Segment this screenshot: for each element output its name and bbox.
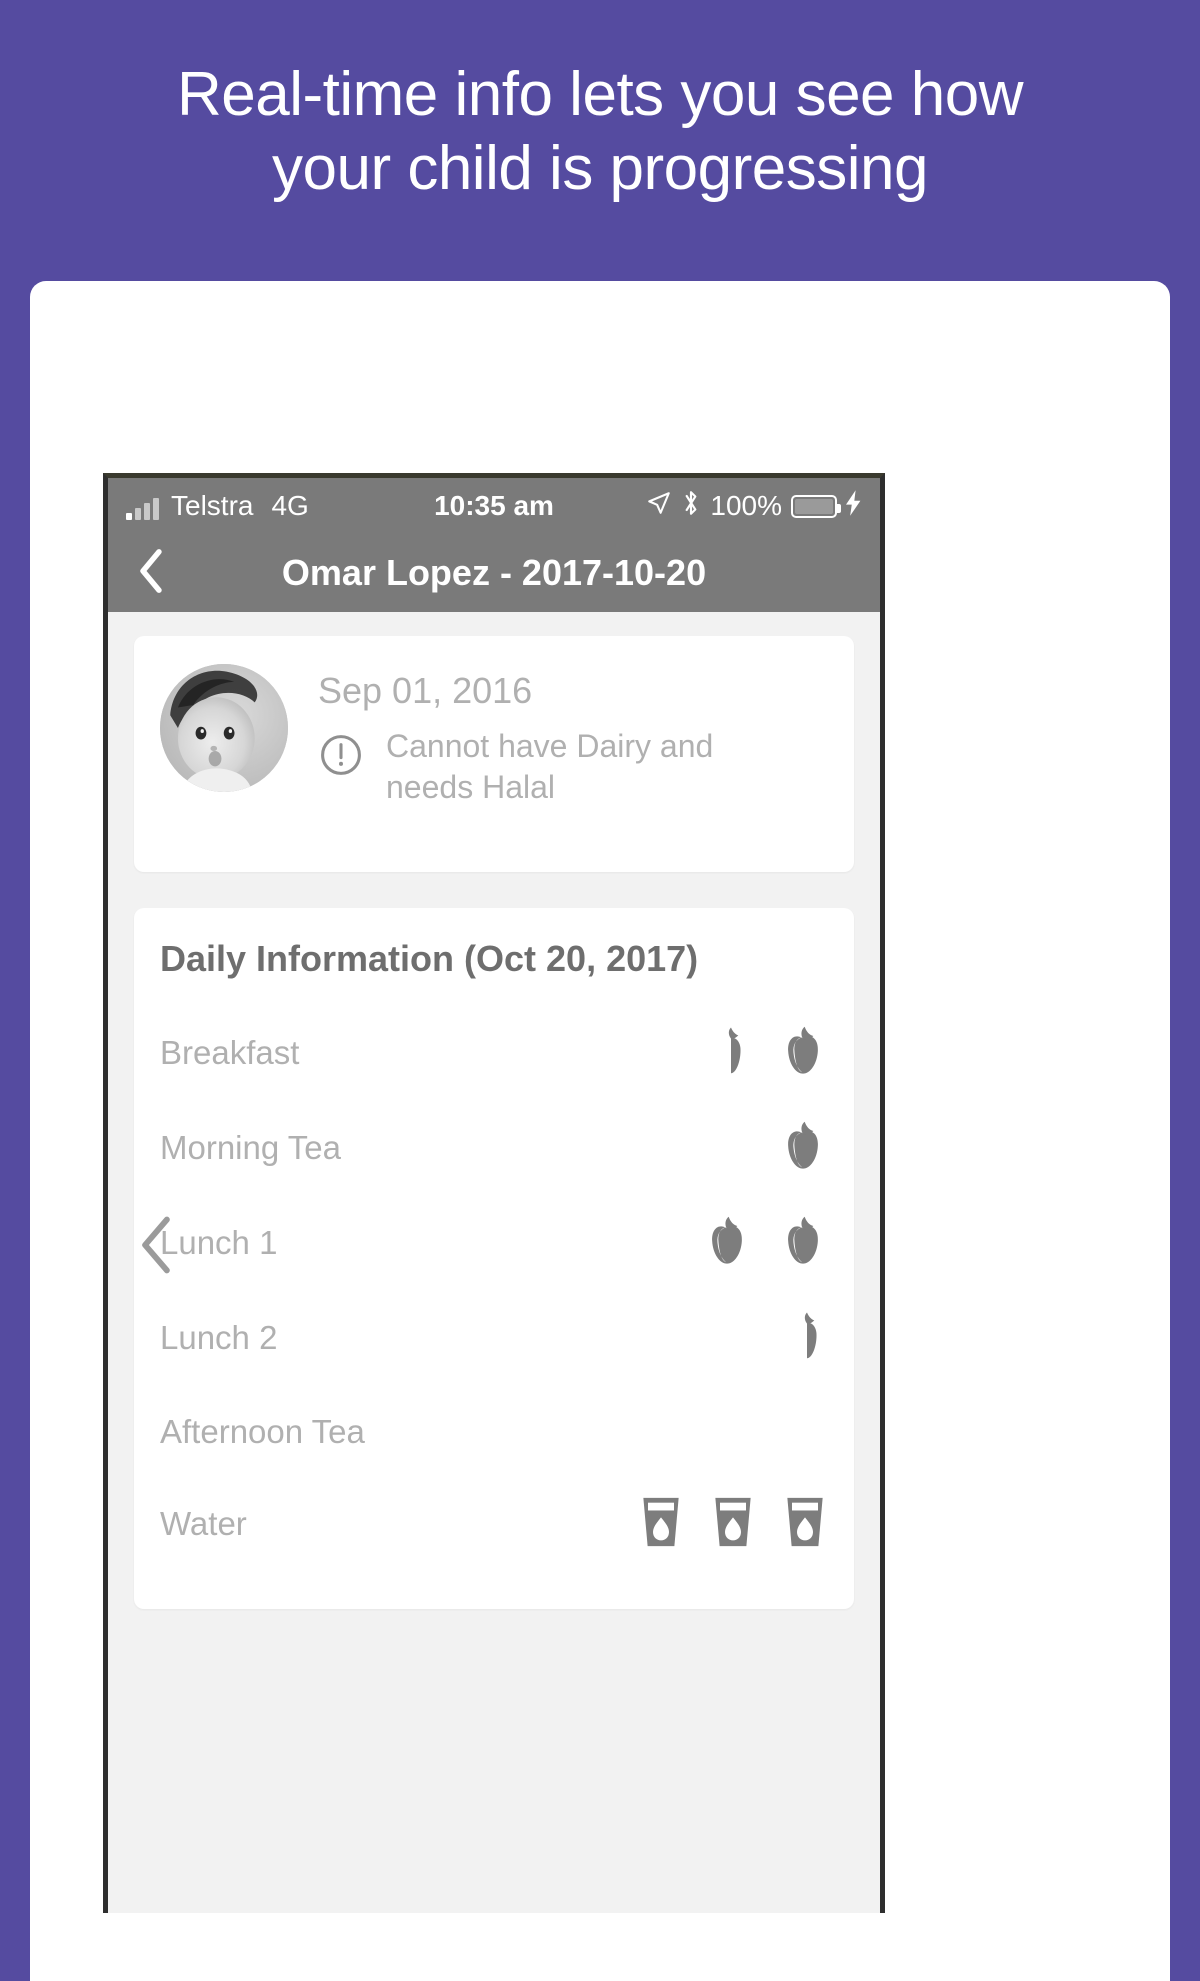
meal-rows-container: Breakfast Morning Tea Lunch 1 Lunch 2 Af… — [160, 1024, 828, 1553]
bluetooth-icon — [681, 489, 701, 524]
daily-information-title: Daily Information (Oct 20, 2017) — [160, 937, 699, 979]
dietary-alert-text: Cannot have Dairy and needs Halal — [386, 728, 714, 805]
half-apple-icon — [786, 1309, 828, 1368]
status-bar-right: 100% — [646, 489, 862, 524]
dietary-alert: Cannot have Dairy and needs Halal — [318, 726, 806, 808]
meal-label: Breakfast — [160, 1034, 300, 1072]
meal-row[interactable]: Morning Tea — [160, 1119, 828, 1178]
screen-content: Sep 01, 2016 Cannot have Dairy and needs… — [108, 612, 880, 1913]
signal-bars-icon — [126, 498, 159, 520]
meal-label: Lunch 1 — [160, 1224, 278, 1262]
status-bar: Telstra 4G 10:35 am 100% — [108, 478, 880, 534]
meal-icons — [778, 1119, 828, 1178]
meal-icons — [702, 1214, 828, 1273]
meal-row[interactable]: Lunch 1 — [160, 1214, 828, 1273]
network-type-label: 4G — [271, 490, 309, 521]
status-bar-left: Telstra 4G — [126, 492, 309, 520]
battery-full-icon — [791, 494, 841, 518]
page-title: Omar Lopez - 2017-10-20 — [281, 552, 707, 593]
phone-screenshot: Telstra 4G 10:35 am 100% Omar Lopez - 20… — [103, 473, 885, 1913]
carrier-label: Telstra — [171, 490, 254, 521]
promo-heading-line-2: your child is progressing — [271, 134, 929, 204]
meal-row[interactable]: Water — [160, 1496, 828, 1553]
meal-icons — [786, 1309, 828, 1368]
meal-row[interactable]: Breakfast — [160, 1024, 828, 1083]
meal-icons — [638, 1496, 828, 1553]
navigation-bar: Omar Lopez - 2017-10-20 — [108, 534, 880, 612]
battery-percentage-label: 100% — [710, 490, 782, 521]
half-apple-icon — [710, 1024, 752, 1083]
location-arrow-icon — [646, 490, 672, 523]
carousel-previous-button[interactable] — [136, 1214, 176, 1281]
meal-label: Afternoon Tea — [160, 1412, 365, 1450]
apple-icon — [778, 1119, 828, 1178]
apple-icon — [778, 1024, 828, 1083]
exclamation-circle-icon — [318, 732, 364, 783]
meal-label: Water — [160, 1505, 247, 1543]
meal-label: Morning Tea — [160, 1129, 342, 1167]
promo-heading-line-1: Real-time info lets you see how — [176, 60, 1024, 129]
daily-information-card: Daily Information (Oct 20, 2017) Breakfa… — [134, 907, 854, 1609]
lightning-bolt-icon — [846, 489, 862, 523]
meal-icons — [710, 1024, 828, 1083]
promo-heading: Real-time info lets you see how your chi… — [60, 0, 1140, 207]
chevron-left-icon — [134, 547, 168, 600]
profile-card[interactable]: Sep 01, 2016 Cannot have Dairy and needs… — [134, 636, 854, 872]
water-cup-icon — [638, 1496, 684, 1553]
apple-icon — [702, 1214, 752, 1273]
meal-row[interactable]: Afternoon Tea — [160, 1404, 828, 1460]
chevron-left-icon — [136, 1216, 176, 1280]
profile-info: Sep 01, 2016 Cannot have Dairy and needs… — [318, 664, 806, 808]
apple-icon — [778, 1214, 828, 1273]
device-showcase-panel: Telstra 4G 10:35 am 100% Omar Lopez - 20… — [30, 281, 1170, 1981]
water-cup-icon — [710, 1496, 756, 1553]
profile-date: Sep 01, 2016 — [318, 670, 533, 711]
meal-label: Lunch 2 — [160, 1319, 278, 1357]
meal-row[interactable]: Lunch 2 — [160, 1309, 828, 1368]
water-cup-icon — [782, 1496, 828, 1553]
back-button[interactable] — [116, 547, 186, 600]
child-photo-avatar — [160, 664, 288, 792]
